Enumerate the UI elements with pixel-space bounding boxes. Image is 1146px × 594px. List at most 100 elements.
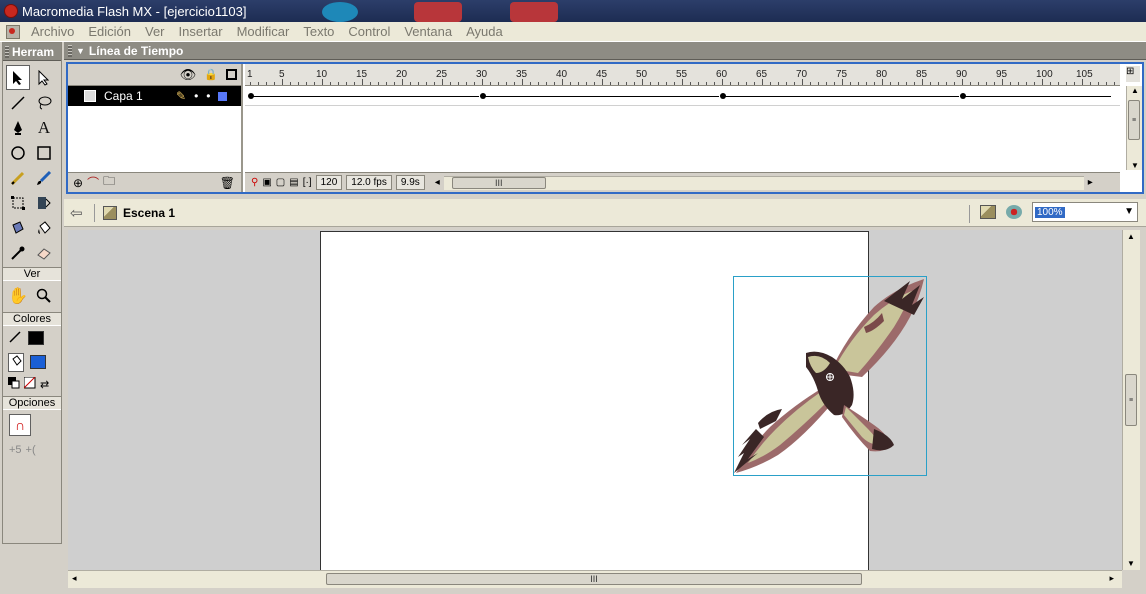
chevron-down-icon[interactable]: ▼ (1124, 206, 1134, 217)
back-arrow-icon[interactable]: ⇦ (70, 204, 86, 222)
lock-icon[interactable]: 🔒 (204, 68, 218, 81)
tools-panel-header[interactable]: Herram (3, 43, 61, 61)
layer-name[interactable]: Capa 1 (104, 89, 168, 103)
scroll-left-arrow-icon[interactable]: ◂ (435, 177, 440, 188)
menu-ventana[interactable]: Ventana (397, 24, 459, 39)
ruler-tick (898, 82, 899, 85)
timeline-header[interactable]: ▼ Línea de Tiempo (64, 42, 1146, 60)
fill-transform-tool-icon[interactable] (32, 190, 56, 215)
stage-hscroll-thumb[interactable]: III (326, 573, 862, 585)
eye-icon[interactable]: 👁 (180, 67, 197, 83)
scroll-up-arrow-icon[interactable]: ▲ (1131, 86, 1139, 95)
lock-dot-icon[interactable]: • (206, 89, 210, 103)
menu-edicion[interactable]: Edición (81, 24, 138, 39)
layer-row[interactable]: Capa 1 ✎ • • (68, 86, 241, 106)
scene-label[interactable]: Escena 1 (123, 206, 175, 220)
zoom-tool-icon[interactable] (32, 283, 56, 308)
edit-scene-icon[interactable] (980, 205, 996, 219)
scroll-down-arrow-icon[interactable]: ▼ (1131, 161, 1139, 170)
outline-icon[interactable] (226, 69, 237, 80)
free-transform-tool-icon[interactable] (6, 190, 30, 215)
menu-archivo[interactable]: Archivo (24, 24, 81, 39)
timeline-view-options-icon[interactable]: ⊞ (1126, 66, 1140, 82)
modify-onion-markers-icon[interactable]: [·] (303, 177, 312, 188)
delete-layer-icon[interactable]: 🗑 (220, 176, 235, 190)
panel-grip-icon[interactable] (68, 44, 72, 57)
ruler-tick (922, 79, 923, 85)
panel-grip-icon[interactable] (5, 45, 9, 58)
collapse-arrow-icon[interactable]: ▼ (76, 46, 85, 56)
ruler-tick (618, 82, 619, 85)
pen-tool-icon[interactable] (6, 115, 30, 140)
subselect-tool-icon[interactable] (32, 65, 56, 90)
timeline-hscroll[interactable]: III (443, 175, 1084, 190)
menu-modificar[interactable]: Modificar (230, 24, 297, 39)
edit-multiple-frames-icon[interactable]: ▤ (289, 177, 298, 188)
onion-skin-icon[interactable]: ▣ (262, 177, 271, 188)
swap-colors-icon[interactable]: ⇄ (40, 378, 49, 391)
stage-vscroll[interactable]: ▲ ≡ ▼ (1122, 230, 1140, 570)
keyframe[interactable] (248, 93, 254, 99)
brush-tool-icon[interactable] (32, 165, 56, 190)
frame-row[interactable] (245, 86, 1120, 106)
bird-selection-box[interactable] (733, 276, 927, 476)
paint-bucket-tool-icon[interactable] (32, 215, 56, 240)
oval-tool-icon[interactable] (6, 140, 30, 165)
lasso-tool-icon[interactable] (32, 90, 56, 115)
onion-skin-outlines-icon[interactable]: ▢ (276, 177, 285, 188)
line-tool-icon[interactable] (6, 90, 30, 115)
menu-ayuda[interactable]: Ayuda (459, 24, 510, 39)
fill-color-swatch[interactable] (30, 355, 46, 369)
scroll-right-arrow-icon[interactable]: ▸ (1088, 177, 1093, 188)
keyframe[interactable] (720, 93, 726, 99)
ruler-tick (826, 82, 827, 85)
arrow-tool-icon[interactable] (6, 65, 30, 90)
layer-outline-color-icon[interactable] (218, 91, 228, 101)
scroll-up-arrow-icon[interactable]: ▲ (1127, 232, 1135, 241)
snap-magnet-icon[interactable]: ∩ (9, 414, 31, 436)
timeline-vscroll-thumb[interactable]: ≡ (1128, 100, 1140, 140)
keyframe[interactable] (960, 93, 966, 99)
separator (94, 203, 95, 222)
add-motion-guide-icon[interactable]: ⌒ (87, 174, 99, 191)
keyframe[interactable] (480, 93, 486, 99)
ruler-tick (834, 82, 835, 85)
eraser-tool-icon[interactable] (32, 240, 56, 265)
smooth-icon[interactable]: +5 (9, 444, 22, 456)
stage-hscroll[interactable]: ◂ III ▸ (68, 570, 1122, 588)
zoom-value[interactable]: 100% (1035, 206, 1065, 218)
scroll-right-arrow-icon[interactable]: ▸ (1109, 573, 1114, 584)
timeline-vscroll[interactable]: ▲ ≡ ▼ (1126, 86, 1142, 170)
timeline-hscroll-thumb[interactable]: III (451, 176, 546, 189)
timeline-panel: ▼ Línea de Tiempo 👁 🔒 Capa 1 ✎ • • ⊕ ⌒ 🗀 (64, 42, 1146, 194)
insert-folder-icon[interactable]: 🗀 (103, 172, 115, 193)
menu-control[interactable]: Control (341, 24, 397, 39)
work-area[interactable] (68, 230, 1122, 570)
pencil-tool-icon[interactable] (6, 165, 30, 190)
insert-layer-icon[interactable]: ⊕ (73, 176, 83, 190)
rectangle-tool-icon[interactable] (32, 140, 56, 165)
no-color-icon[interactable] (23, 376, 36, 392)
stage[interactable] (320, 231, 927, 570)
ruler-tick (1082, 79, 1083, 85)
default-colors-icon[interactable] (8, 376, 20, 392)
visibility-dot-icon[interactable]: • (194, 89, 198, 103)
menu-insertar[interactable]: Insertar (172, 24, 230, 39)
stage-vscroll-thumb[interactable]: ≡ (1125, 374, 1137, 426)
center-frame-icon[interactable]: ⚲ (251, 177, 258, 188)
hand-tool-icon[interactable]: ✋ (6, 283, 30, 308)
menu-texto[interactable]: Texto (296, 24, 341, 39)
scroll-down-arrow-icon[interactable]: ▼ (1127, 559, 1135, 568)
straighten-icon[interactable]: +( (26, 444, 36, 456)
ink-bottle-tool-icon[interactable] (6, 215, 30, 240)
stroke-color-swatch[interactable] (28, 331, 44, 345)
document-icon[interactable] (6, 24, 20, 39)
text-tool-icon[interactable]: A (32, 115, 56, 140)
menu-ver[interactable]: Ver (138, 24, 172, 39)
zoom-dropdown[interactable]: 100% ▼ (1032, 202, 1138, 222)
eyedropper-tool-icon[interactable] (6, 240, 30, 265)
bird-graphic[interactable] (734, 277, 926, 475)
frame-ruler[interactable]: 1 5 10 15 20 25 30 35 40 45 50 55 60 65 70 75 80 85 90 95 10… (245, 64, 1120, 86)
scroll-left-arrow-icon[interactable]: ◂ (72, 573, 77, 584)
edit-symbols-icon[interactable] (1006, 205, 1022, 219)
